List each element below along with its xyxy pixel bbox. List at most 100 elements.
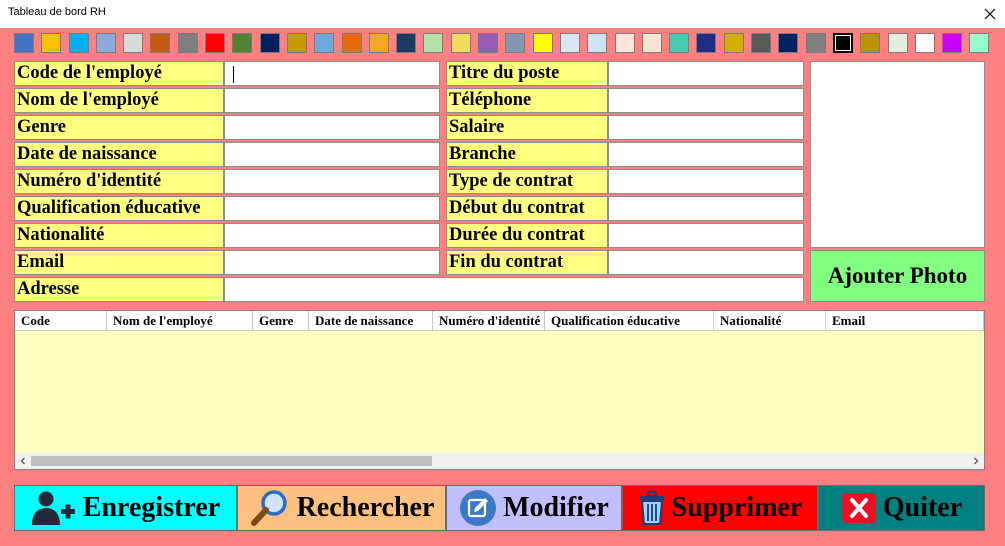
genre-input[interactable] xyxy=(224,115,440,140)
grid-col-genre[interactable]: Genre xyxy=(253,311,309,331)
delete-button[interactable]: Supprimer xyxy=(622,485,818,531)
qualification-input[interactable] xyxy=(224,196,440,221)
label-debut-contrat: Début du contrat xyxy=(446,196,608,221)
scroll-left-button[interactable] xyxy=(15,453,31,469)
fin-contrat-input[interactable] xyxy=(608,250,804,275)
color-swatch[interactable] xyxy=(505,33,526,53)
color-swatch[interactable] xyxy=(68,33,89,53)
scroll-thumb[interactable] xyxy=(31,456,432,466)
color-swatch[interactable] xyxy=(669,33,690,53)
code-input[interactable] xyxy=(224,61,440,86)
grid-col-nom[interactable]: Nom de l'employé xyxy=(107,311,253,331)
debut-contrat-input[interactable] xyxy=(608,196,804,221)
color-swatch[interactable] xyxy=(396,33,417,53)
color-swatch[interactable] xyxy=(95,33,116,53)
label-titre: Titre du poste xyxy=(446,61,608,86)
close-button[interactable] xyxy=(975,0,1005,28)
color-swatch[interactable] xyxy=(614,33,635,53)
label-nationalite: Nationalité xyxy=(14,223,224,248)
color-swatch[interactable] xyxy=(641,33,662,53)
branche-input[interactable] xyxy=(608,142,804,167)
edit-button[interactable]: Modifier xyxy=(446,485,622,531)
label-qualification: Qualification éducative xyxy=(14,196,224,221)
label-adresse: Adresse xyxy=(14,277,224,302)
chevron-right-icon xyxy=(974,457,979,465)
quit-button[interactable]: Quiter xyxy=(818,485,985,531)
label-branche: Branche xyxy=(446,142,608,167)
grid-col-identite[interactable]: Numéro d'identité xyxy=(433,311,545,331)
color-swatch[interactable] xyxy=(232,33,253,53)
color-swatch[interactable] xyxy=(914,33,935,53)
employee-grid[interactable]: Code Nom de l'employé Genre Date de nais… xyxy=(14,310,985,470)
identite-input[interactable] xyxy=(224,169,440,194)
color-swatch[interactable] xyxy=(341,33,362,53)
color-swatch[interactable] xyxy=(41,33,62,53)
grid-col-naissance[interactable]: Date de naissance xyxy=(309,311,433,331)
label-type-contrat: Type de contrat xyxy=(446,169,608,194)
color-swatch[interactable] xyxy=(559,33,580,53)
color-swatch[interactable] xyxy=(969,33,990,53)
chevron-left-icon xyxy=(20,457,25,465)
add-user-icon xyxy=(31,491,75,525)
color-swatch[interactable] xyxy=(286,33,307,53)
edit-icon xyxy=(460,490,497,526)
color-swatch[interactable] xyxy=(805,33,826,53)
label-telephone: Téléphone xyxy=(446,88,608,113)
label-genre: Genre xyxy=(14,115,224,140)
color-swatch[interactable] xyxy=(860,33,881,53)
color-swatch[interactable] xyxy=(751,33,772,53)
label-identite: Numéro d'identité xyxy=(14,169,224,194)
adresse-input[interactable] xyxy=(224,277,804,302)
scroll-right-button[interactable] xyxy=(968,453,984,469)
titre-input[interactable] xyxy=(608,61,804,86)
close-icon xyxy=(984,8,996,20)
grid-col-email[interactable]: Email xyxy=(826,311,984,331)
color-swatch[interactable] xyxy=(887,33,908,53)
color-swatch[interactable] xyxy=(696,33,717,53)
label-naissance: Date de naissance xyxy=(14,142,224,167)
color-swatch[interactable] xyxy=(205,33,226,53)
telephone-input[interactable] xyxy=(608,88,804,113)
photo-box xyxy=(810,61,985,248)
grid-col-code[interactable]: Code xyxy=(15,311,107,331)
title-bar: Tableau de bord RH xyxy=(0,0,1005,28)
color-swatch[interactable] xyxy=(450,33,471,53)
label-duree-contrat: Durée du contrat xyxy=(446,223,608,248)
color-swatch[interactable] xyxy=(259,33,280,53)
window-title: Tableau de bord RH xyxy=(8,6,106,18)
label-nom: Nom de l'employé xyxy=(14,88,224,113)
color-swatch[interactable] xyxy=(423,33,444,53)
color-swatch[interactable] xyxy=(723,33,744,53)
email-input[interactable] xyxy=(224,250,440,275)
search-icon xyxy=(250,490,287,526)
search-button[interactable]: Rechercher xyxy=(237,485,446,531)
color-swatch[interactable] xyxy=(778,33,799,53)
grid-header: Code Nom de l'employé Genre Date de nais… xyxy=(15,311,984,331)
duree-contrat-input[interactable] xyxy=(608,223,804,248)
type-contrat-input[interactable] xyxy=(608,169,804,194)
color-swatch[interactable] xyxy=(832,33,853,53)
color-swatch[interactable] xyxy=(532,33,553,53)
add-photo-button[interactable]: Ajouter Photo xyxy=(810,250,985,302)
color-swatch[interactable] xyxy=(942,33,963,53)
grid-col-qualification[interactable]: Qualification éducative xyxy=(545,311,714,331)
label-salaire: Salaire xyxy=(446,115,608,140)
nom-input[interactable] xyxy=(224,88,440,113)
close-box-icon xyxy=(841,493,876,523)
color-swatch[interactable] xyxy=(587,33,608,53)
label-fin-contrat: Fin du contrat xyxy=(446,250,608,275)
salaire-input[interactable] xyxy=(608,115,804,140)
color-swatch[interactable] xyxy=(150,33,171,53)
color-swatch[interactable] xyxy=(314,33,335,53)
color-swatch[interactable] xyxy=(177,33,198,53)
color-swatch[interactable] xyxy=(368,33,389,53)
nationalite-input[interactable] xyxy=(224,223,440,248)
grid-col-nationalite[interactable]: Nationalité xyxy=(714,311,826,331)
color-swatch[interactable] xyxy=(14,33,34,53)
color-swatch[interactable] xyxy=(123,33,144,53)
horizontal-scrollbar[interactable] xyxy=(15,453,984,469)
save-button[interactable]: Enregistrer xyxy=(14,485,237,531)
naissance-input[interactable] xyxy=(224,142,440,167)
color-swatch[interactable] xyxy=(478,33,499,53)
label-email: Email xyxy=(14,250,224,275)
